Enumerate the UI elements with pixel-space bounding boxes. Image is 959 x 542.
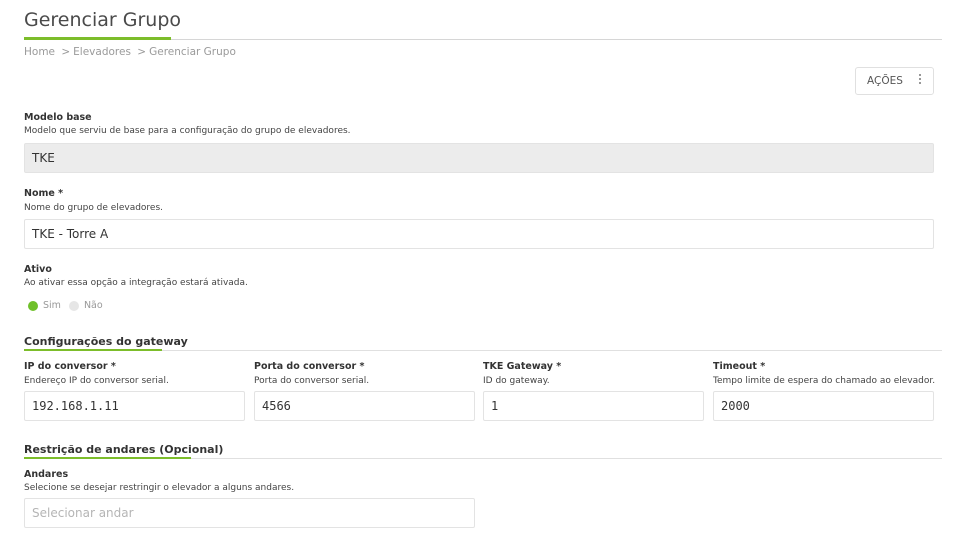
timeout-input[interactable]: 2000 (713, 391, 934, 421)
tke-gateway-input[interactable]: 1 (483, 391, 704, 421)
nome-input[interactable]: TKE - Torre A (24, 219, 934, 249)
breadcrumb-separator: > (137, 46, 147, 58)
more-vertical-icon (919, 74, 922, 84)
page-title: Gerenciar Grupo (24, 9, 182, 31)
breadcrumb-separator: > (61, 46, 71, 58)
radio-checked-icon (28, 300, 38, 311)
breadcrumb-item-home[interactable]: Home (24, 46, 55, 58)
andares-help: Selecione se desejar restringir o elevad… (24, 483, 295, 493)
ativo-label: Ativo (24, 264, 52, 275)
porta-conversor-input[interactable]: 4566 (254, 391, 475, 421)
ip-conversor-label: IP do conversor * (24, 361, 116, 372)
timeout-label: Timeout * (713, 361, 766, 372)
modelo-base-help: Modelo que serviu de base para a configu… (24, 126, 351, 136)
ativo-help: Ao ativar essa opção a integração estará… (24, 278, 248, 288)
andares-section-title: Restrição de andares (Opcional) (24, 443, 224, 456)
gateway-section-accent (24, 349, 162, 351)
ip-conversor-input[interactable]: 192.168.1.11 (24, 391, 245, 421)
title-accent-underline (24, 37, 171, 40)
breadcrumb: Home > Elevadores > Gerenciar Grupo (24, 46, 236, 58)
ativo-radio-sim[interactable]: Sim (28, 300, 61, 311)
andares-select[interactable]: Selecionar andar (24, 498, 475, 528)
andares-label: Andares (24, 469, 69, 480)
porta-conversor-label: Porta do conversor * (254, 361, 365, 372)
tke-gateway-help: ID do gateway. (483, 376, 550, 386)
timeout-help: Tempo limite de espera do chamado ao ele… (713, 376, 936, 386)
gateway-section-title: Configurações do gateway (24, 335, 188, 348)
ip-conversor-help: Endereço IP do conversor serial. (24, 376, 169, 386)
radio-unchecked-icon (68, 300, 79, 311)
nome-label: Nome * (24, 188, 64, 199)
ativo-radio-nao[interactable]: Não (68, 300, 103, 311)
porta-conversor-help: Porta do conversor serial. (254, 376, 370, 386)
modelo-base-field: TKE (24, 143, 934, 173)
modelo-base-label: Modelo base (24, 112, 92, 123)
breadcrumb-item-current: Gerenciar Grupo (149, 46, 236, 58)
ativo-radio-group: Sim Não (28, 300, 111, 311)
tke-gateway-label: TKE Gateway * (483, 361, 562, 372)
andares-section-accent (24, 457, 191, 459)
actions-button[interactable]: AÇÕES (855, 67, 934, 95)
nome-help: Nome do grupo de elevadores. (24, 203, 164, 213)
ativo-radio-nao-label: Não (83, 300, 103, 311)
actions-button-label: AÇÕES (867, 75, 903, 87)
breadcrumb-item-elevadores[interactable]: Elevadores (73, 46, 131, 58)
ativo-radio-sim-label: Sim (43, 300, 61, 311)
